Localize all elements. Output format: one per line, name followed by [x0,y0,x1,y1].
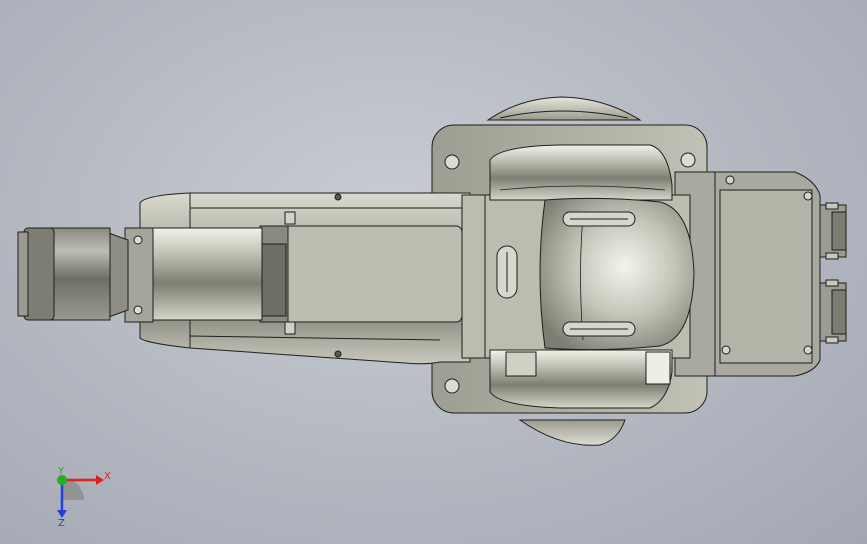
cable-connector-bottom [819,279,847,344]
upper-bearing-lobe [486,96,642,121]
elbow-slot-top [562,211,636,227]
cad-viewport[interactable]: X Y Z [0,0,867,544]
wrist-flange [17,227,154,323]
forearm-drum [149,227,263,321]
upper-shoulder-drum [489,144,673,201]
axis-z-label: Z [58,518,65,529]
elbow-slot-bottom [562,321,636,337]
arm-cover-panel [264,225,463,323]
axis-y-label: Y [57,466,65,477]
coordinate-triad-icon: X Y Z [57,466,111,529]
shoulder-slot [496,245,518,299]
cable-connector-top [819,202,847,260]
lower-bearing-lobe [518,419,626,446]
axis-x-label: X [104,471,111,482]
robot-arm-model[interactable] [17,96,847,446]
